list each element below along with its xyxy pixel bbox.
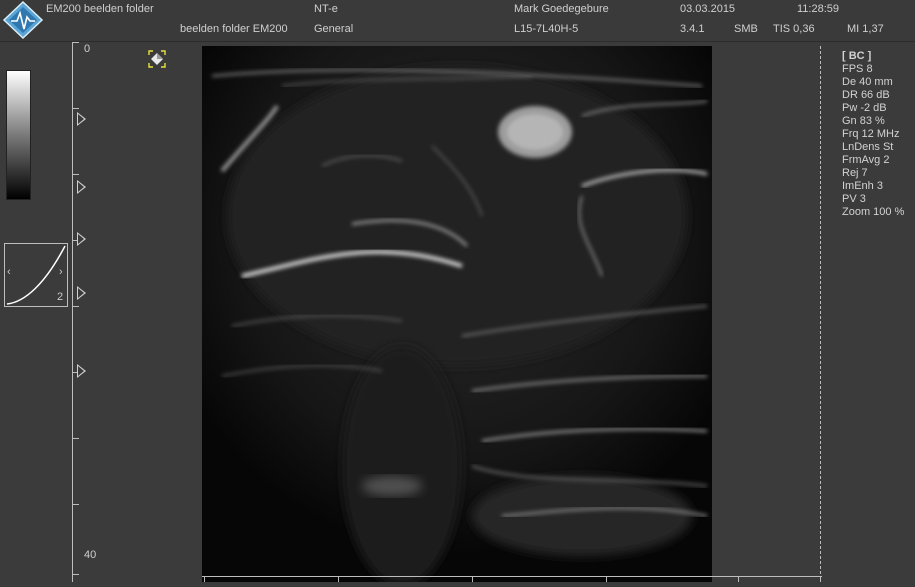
app-logo-icon	[2, 0, 44, 40]
lateral-tick	[606, 576, 607, 582]
lateral-tick	[472, 576, 473, 582]
ultrasound-image[interactable]	[202, 46, 712, 582]
focus-marker-icon[interactable]	[77, 364, 86, 378]
depth-tick	[72, 574, 79, 575]
app-title: EM200 beelden folder	[46, 3, 154, 15]
tis-indicator: TIS 0,36	[773, 23, 815, 35]
focus-marker-icon[interactable]	[77, 112, 86, 126]
image-boundary-line	[820, 46, 821, 574]
param-frq: Frq 12 MHz	[842, 128, 900, 140]
depth-ruler	[72, 42, 73, 582]
focus-marker-icon[interactable]	[77, 180, 86, 194]
depth-tick	[72, 504, 79, 505]
depth-tick	[72, 174, 79, 175]
param-imenh: ImEnh 3	[842, 180, 883, 192]
software-version: 3.4.1	[680, 23, 705, 35]
curve-right-arrow-icon[interactable]: ›	[59, 266, 63, 278]
header-divider	[0, 41, 915, 42]
exam-date: 03.03.2015	[680, 3, 736, 15]
curve-left-arrow-icon[interactable]: ‹	[7, 266, 11, 278]
ultrasound-scan-render	[202, 46, 712, 582]
gray-map-curve[interactable]: ‹ › 2	[4, 243, 68, 307]
mi-indicator: MI 1,37	[847, 23, 884, 35]
lateral-tick	[738, 576, 739, 582]
depth-tick	[72, 108, 79, 109]
param-mode: [ BC ]	[842, 50, 872, 62]
lateral-scale	[202, 576, 822, 577]
param-pw: Pw -2 dB	[842, 102, 887, 114]
focus-marker-icon[interactable]	[77, 286, 86, 300]
param-depth: De 40 mm	[842, 76, 893, 88]
parameter-panel: [ BC ] FPS 8 De 40 mm DR 66 dB Pw -2 dB …	[842, 50, 904, 219]
param-zoom: Zoom 100 %	[842, 206, 905, 218]
lateral-tick	[338, 576, 339, 582]
param-gain: Gn 83 %	[842, 115, 885, 127]
param-fps: FPS 8	[842, 63, 873, 75]
param-rej: Rej 7	[842, 167, 868, 179]
grayscale-bar	[6, 70, 31, 200]
param-dr: DR 66 dB	[842, 89, 890, 101]
depth-label-bottom: 40	[84, 549, 97, 561]
preset-name: General	[314, 23, 354, 35]
exam-time: 11:28:59	[797, 3, 840, 15]
lateral-tick	[820, 576, 821, 582]
depth-tick	[72, 42, 79, 43]
depth-label-top: 0	[84, 43, 91, 55]
depth-tick	[72, 306, 79, 307]
lateral-tick	[204, 576, 205, 582]
param-frmavg: FrmAvg 2	[842, 154, 890, 166]
folder-name: beelden folder EM200	[180, 23, 288, 35]
depth-tick	[72, 438, 79, 439]
imaging-mode: NT-e	[314, 3, 338, 15]
smb-indicator: SMB	[734, 23, 758, 35]
operator-name: Mark Goedegebure	[514, 3, 609, 15]
param-pv: PV 3	[842, 193, 866, 205]
focus-marker-icon[interactable]	[77, 232, 86, 246]
param-lndens: LnDens St	[842, 141, 894, 153]
curve-number: 2	[57, 291, 64, 303]
orientation-marker-icon	[148, 50, 166, 68]
probe-name: L15-7L40H-5	[514, 23, 579, 35]
